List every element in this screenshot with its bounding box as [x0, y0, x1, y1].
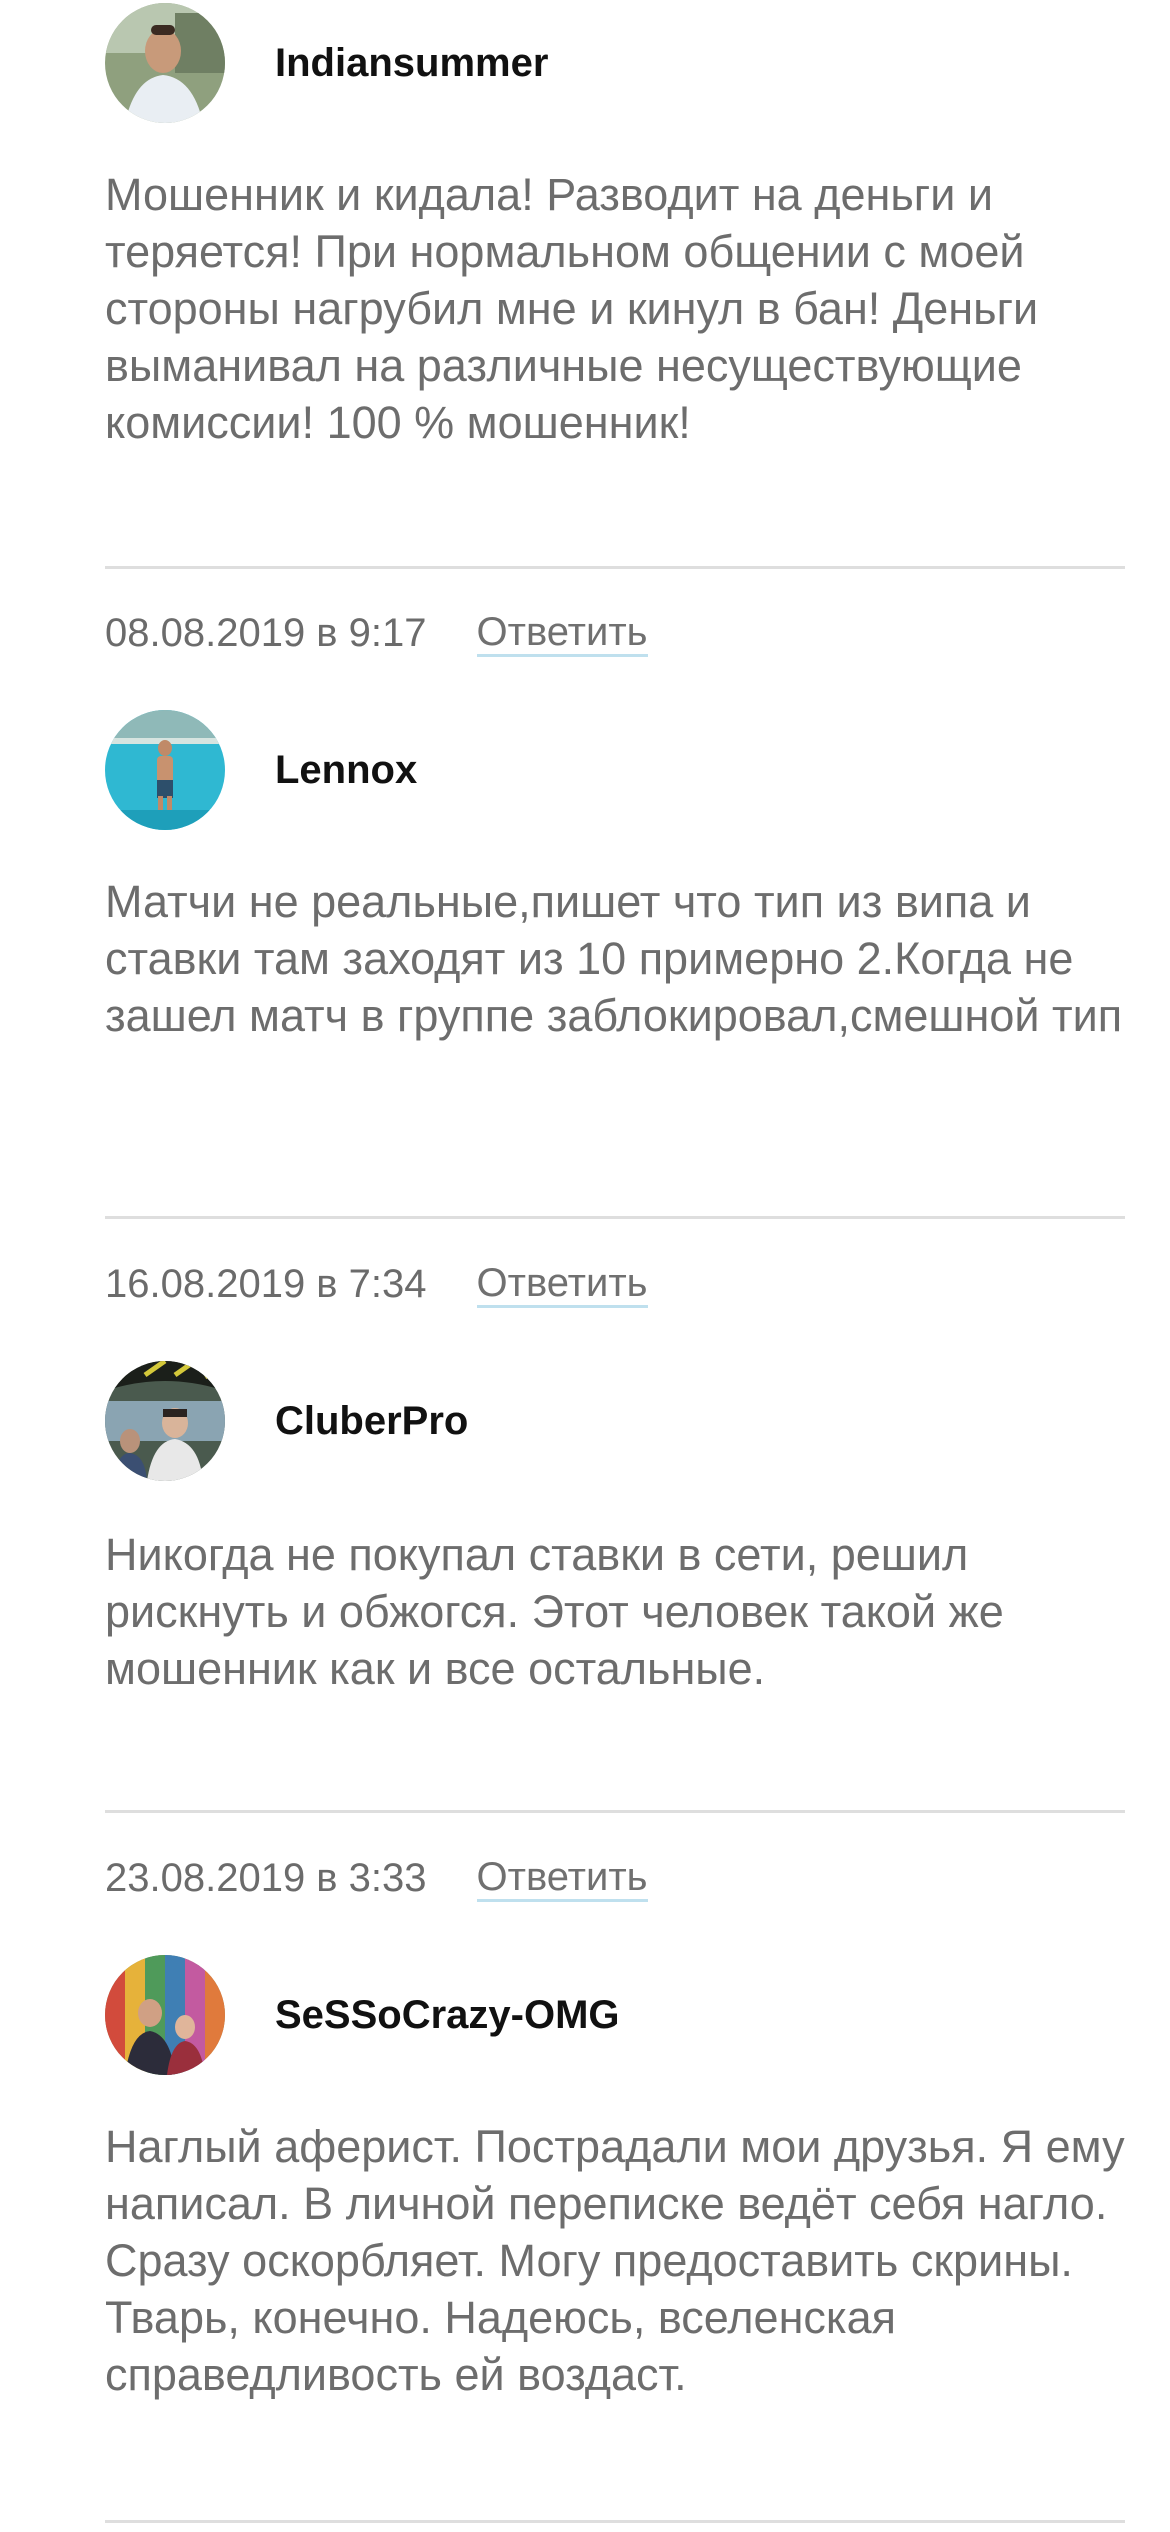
comment-author-row: Indiansummer	[105, 3, 548, 123]
comment-author-row: CluberPro	[105, 1361, 468, 1481]
comment-author-name[interactable]: SeSSoCrazy-OMG	[275, 1993, 620, 2038]
comment-divider	[105, 1810, 1125, 1813]
comment-author-name[interactable]: CluberPro	[275, 1399, 468, 1444]
comment-meta: 23.08.2019 в 3:33 Ответить	[105, 1848, 648, 1908]
comment-divider	[105, 2520, 1125, 2523]
user-photo-avatar[interactable]	[105, 710, 225, 830]
comment-text: Матчи не реальные,пишет что тип из випа …	[105, 876, 1123, 1041]
comment-author-row: Lennox	[105, 710, 417, 830]
comment-divider	[105, 566, 1125, 569]
comment-divider	[105, 1216, 1125, 1219]
comment-author-name[interactable]: Indiansummer	[275, 41, 548, 86]
comment-date: 16.08.2019 в 7:34	[105, 1261, 427, 1306]
comment-meta: 08.08.2019 в 9:17 Ответить	[105, 603, 648, 663]
comment-date: 23.08.2019 в 3:33	[105, 1855, 427, 1900]
user-photo-avatar[interactable]	[105, 1361, 225, 1481]
comment-text: Никогда не покупал ставки в сети, решил …	[105, 1529, 1004, 1694]
comment-author-row: SeSSoCrazy-OMG	[105, 1955, 620, 2075]
comment-meta: 16.08.2019 в 7:34 Ответить	[105, 1254, 648, 1314]
reply-button[interactable]: Ответить	[476, 1261, 648, 1308]
user-photo-avatar[interactable]	[105, 1955, 225, 2075]
user-photo-avatar[interactable]	[105, 3, 225, 123]
reply-button[interactable]: Ответить	[476, 1855, 648, 1902]
reply-button[interactable]: Ответить	[476, 610, 648, 657]
comment-author-name[interactable]: Lennox	[275, 748, 417, 793]
comments-page: Indiansummer Мошенник и кидала! Разводит…	[0, 0, 1170, 2532]
comment-date: 08.08.2019 в 9:17	[105, 610, 427, 655]
comment-text: Мошенник и кидала! Разводит на деньги и …	[105, 169, 1039, 448]
comment-text: Наглый аферист. Пострадали мои друзья. Я…	[105, 2121, 1125, 2400]
